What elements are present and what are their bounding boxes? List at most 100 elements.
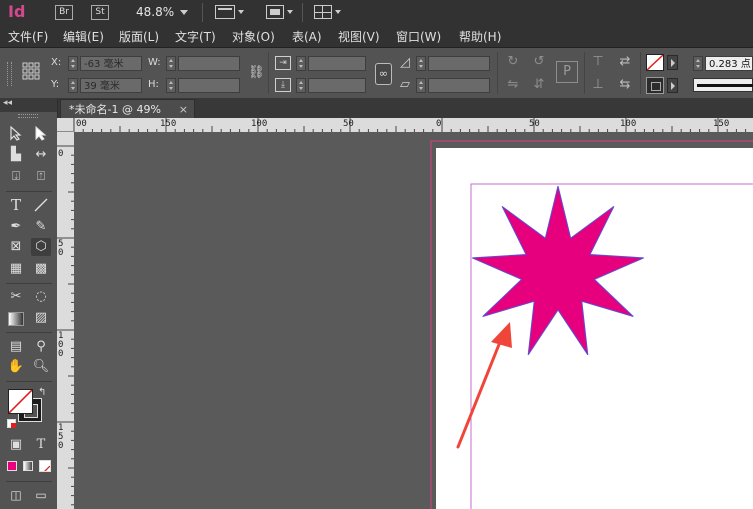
- x-stepper[interactable]: [68, 56, 78, 71]
- eyedropper-tool-icon[interactable]: ⚲: [31, 338, 51, 356]
- formatting-affects-text-icon[interactable]: T: [31, 436, 51, 454]
- type-tool-icon[interactable]: T: [6, 196, 26, 214]
- view-options-icon[interactable]: [215, 5, 235, 19]
- view-options-dropdown-icon[interactable]: [238, 10, 244, 14]
- select-next-icon[interactable]: ⇆: [617, 78, 633, 92]
- document-page[interactable]: [436, 148, 753, 509]
- constrain-scale-icon[interactable]: ∞: [375, 63, 392, 85]
- h-field[interactable]: [178, 78, 240, 93]
- zoom-dropdown-icon[interactable]: [180, 10, 188, 15]
- arrange-documents-icon[interactable]: [314, 5, 332, 19]
- fill-color-box[interactable]: [8, 389, 33, 414]
- rotation-field[interactable]: [428, 56, 490, 71]
- rotation-stepper[interactable]: [416, 56, 426, 71]
- direct-selection-tool-icon[interactable]: [31, 124, 51, 142]
- menu-help[interactable]: 帮助(H): [459, 28, 501, 45]
- document-tab[interactable]: *未命名-1 @ 49% ×: [60, 99, 195, 118]
- reference-point-icon[interactable]: [22, 62, 40, 80]
- default-fill-stroke-icon[interactable]: [7, 419, 16, 428]
- menu-type[interactable]: 文字(T): [175, 28, 216, 45]
- collapse-panel-icon[interactable]: ◂◂: [3, 98, 12, 108]
- hand-tool-icon[interactable]: ✋: [6, 358, 26, 376]
- bridge-button[interactable]: Br: [55, 5, 73, 20]
- screen-mode-toggle-icon[interactable]: ▭: [31, 486, 51, 504]
- normal-view-mode-icon[interactable]: ◫: [6, 486, 26, 504]
- scale-x-stepper[interactable]: [296, 56, 306, 71]
- zoom-level[interactable]: 48.8%: [136, 5, 174, 19]
- h-stepper[interactable]: [166, 78, 176, 93]
- ruler-origin[interactable]: [57, 118, 74, 132]
- vertical-ruler[interactable]: 0 50 100 150: [57, 132, 75, 509]
- apply-none-icon[interactable]: [39, 460, 51, 472]
- stock-button-label: St: [95, 7, 105, 17]
- fill-dropdown-icon[interactable]: [667, 55, 678, 70]
- content-collector-tool-icon[interactable]: ⍗: [6, 168, 26, 186]
- scale-y-field[interactable]: [308, 78, 366, 93]
- w-field[interactable]: [178, 56, 240, 71]
- note-tool-icon[interactable]: ▤: [6, 338, 26, 356]
- stroke-dropdown-icon[interactable]: [667, 78, 678, 93]
- menu-view[interactable]: 视图(V): [338, 28, 380, 45]
- menu-table[interactable]: 表(A): [292, 28, 322, 45]
- select-container-icon[interactable]: ⊤: [591, 55, 605, 69]
- rotate-clockwise-icon[interactable]: ↻: [505, 55, 521, 69]
- page-tool-icon[interactable]: ▙: [6, 146, 26, 164]
- scissors-tool-icon[interactable]: ✂: [6, 288, 26, 306]
- menu-layout[interactable]: 版面(L): [119, 28, 159, 45]
- control-panel: X: -63 毫米 Y: 39 毫米 W: H: ⛓ ⇥ ⤓ ∞ ◿ ▱ ↻ ↺…: [0, 48, 753, 99]
- shear-stepper[interactable]: [416, 78, 426, 93]
- application-bar: Id Br St 48.8%: [0, 0, 753, 26]
- gap-tool-icon[interactable]: ↔: [31, 146, 51, 164]
- y-field[interactable]: 39 毫米: [80, 78, 142, 93]
- flip-vertical-icon[interactable]: ⇵: [531, 78, 547, 92]
- shear-field[interactable]: [428, 78, 490, 93]
- frame-tool-icon[interactable]: ⊠: [6, 238, 26, 256]
- scale-y-stepper[interactable]: [296, 78, 306, 93]
- selection-tool-icon[interactable]: [6, 124, 26, 142]
- horizontal-ruler[interactable]: 00 150 100 50 0 50 100 150: [74, 118, 753, 133]
- apply-gradient-icon[interactable]: [23, 461, 33, 471]
- stroke-weight-stepper[interactable]: [693, 56, 703, 71]
- y-stepper[interactable]: [68, 78, 78, 93]
- gradient-tool-icon[interactable]: [6, 309, 26, 327]
- screen-mode-dropdown-icon[interactable]: [287, 10, 293, 14]
- scale-x-field[interactable]: [308, 56, 366, 71]
- polygon-tool-icon[interactable]: ⬡: [31, 238, 51, 256]
- stock-button[interactable]: St: [91, 5, 109, 20]
- rotation-angle-icon: ◿: [400, 55, 410, 70]
- formatting-affects-container-icon[interactable]: ▣: [6, 436, 26, 454]
- flip-horizontal-icon[interactable]: ⇋: [505, 78, 521, 92]
- content-placer-tool-icon[interactable]: ⍐: [31, 168, 51, 186]
- menu-window[interactable]: 窗口(W): [396, 28, 441, 45]
- constrain-proportions-icon[interactable]: ⛓: [248, 66, 265, 80]
- menu-file[interactable]: 文件(F): [8, 28, 48, 45]
- menu-edit[interactable]: 编辑(E): [63, 28, 104, 45]
- tools-grip[interactable]: [18, 114, 38, 118]
- w-stepper[interactable]: [166, 56, 176, 71]
- screen-mode-icon[interactable]: [266, 5, 284, 19]
- arrange-documents-dropdown-icon[interactable]: [335, 10, 341, 14]
- select-content-icon[interactable]: ⊥: [591, 78, 605, 92]
- free-transform-tool-icon[interactable]: ◌: [31, 288, 51, 306]
- pencil-tool-icon[interactable]: ✎: [31, 218, 51, 236]
- panel-grip[interactable]: [7, 62, 12, 86]
- pasteboard[interactable]: [74, 132, 753, 509]
- zoom-tool-icon[interactable]: 🔍︎: [31, 358, 51, 376]
- grid-tool-icon[interactable]: ▩: [31, 260, 51, 278]
- gradient-feather-tool-icon[interactable]: ▨: [31, 309, 51, 327]
- select-previous-icon[interactable]: ⇄: [617, 55, 633, 69]
- apply-color-icon[interactable]: [7, 461, 17, 471]
- menu-object[interactable]: 对象(O): [232, 28, 275, 45]
- x-field[interactable]: -63 毫米: [80, 56, 142, 71]
- rotate-counterclockwise-icon[interactable]: ↺: [531, 55, 547, 69]
- pen-tool-icon[interactable]: ✒: [6, 218, 26, 236]
- line-tool-icon[interactable]: [31, 196, 51, 214]
- table-tool-icon[interactable]: ▦: [6, 260, 26, 278]
- stroke-type-preview[interactable]: [693, 78, 753, 92]
- stroke-swatch[interactable]: [646, 77, 664, 94]
- tools-divider: [6, 191, 52, 192]
- stroke-weight-field[interactable]: 0.283 点: [705, 56, 753, 71]
- swap-fill-stroke-icon[interactable]: ↰: [38, 387, 46, 398]
- fill-swatch[interactable]: [646, 54, 664, 71]
- close-tab-icon[interactable]: ×: [179, 100, 188, 119]
